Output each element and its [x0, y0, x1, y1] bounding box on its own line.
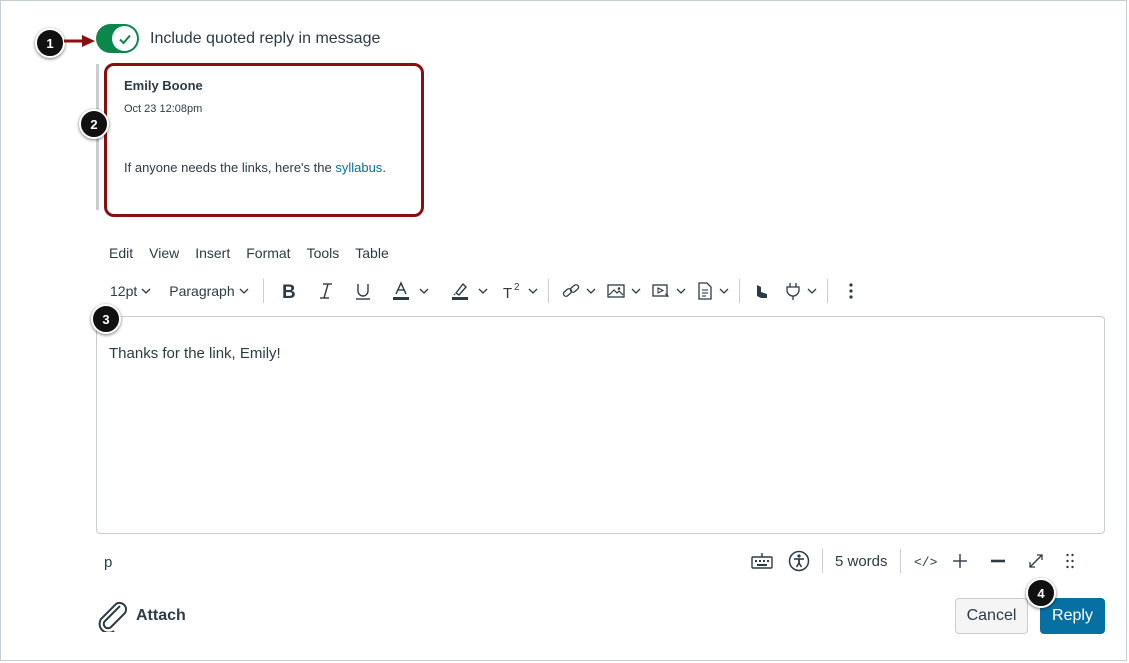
chevron-down-icon — [807, 288, 817, 294]
menu-format[interactable]: Format — [246, 245, 290, 261]
callout-badge-2: 2 — [79, 109, 109, 139]
toolbar-divider — [262, 279, 264, 303]
zoom-out-button[interactable] — [989, 552, 1007, 570]
accessibility-icon — [788, 550, 810, 572]
statusbar-divider — [822, 549, 823, 573]
resize-handle[interactable] — [1065, 552, 1075, 570]
html-editor-button[interactable]: </> — [913, 551, 937, 571]
plug-icon — [785, 283, 800, 300]
check-icon — [118, 34, 131, 44]
document-button[interactable] — [696, 281, 729, 301]
element-path[interactable]: p — [104, 554, 112, 571]
italic-button[interactable] — [318, 281, 334, 301]
more-button[interactable] — [848, 282, 854, 300]
highlight-icon — [451, 282, 468, 300]
chevron-down-icon — [419, 288, 429, 294]
menu-view[interactable]: View — [149, 245, 179, 261]
keyboard-icon — [751, 553, 773, 569]
more-icon — [849, 283, 853, 299]
italic-icon — [319, 283, 332, 299]
accessibility-checker-button[interactable] — [788, 550, 810, 572]
callout-arrow-icon — [64, 35, 95, 47]
svg-text:</>: </> — [914, 555, 937, 570]
chevron-down-icon — [478, 288, 488, 294]
chevron-down-icon — [676, 288, 686, 294]
toolbar-divider — [547, 279, 549, 303]
html-editor-icon: </> — [914, 555, 937, 570]
menu-tools[interactable]: Tools — [307, 245, 340, 261]
callout-badge-4: 4 — [1026, 578, 1056, 608]
media-icon — [651, 284, 669, 298]
paperclip-icon — [98, 601, 128, 632]
chevron-down-icon — [631, 288, 641, 294]
menu-insert[interactable]: Insert — [195, 245, 230, 261]
callout-badge-1: 1 — [35, 28, 65, 58]
chevron-down-icon — [586, 288, 596, 294]
fullscreen-icon — [1028, 554, 1043, 568]
text-color-icon — [392, 281, 409, 300]
chevron-down-icon — [528, 288, 538, 294]
zoom-in-icon — [952, 554, 967, 568]
chevron-down-icon — [141, 288, 151, 294]
quote-date: Oct 23 12:08pm — [124, 103, 203, 115]
superscript-button[interactable]: T2 — [502, 281, 538, 301]
attach-button[interactable]: Attach — [96, 600, 186, 632]
svg-text:T: T — [503, 285, 512, 301]
syllabus-link[interactable]: syllabus — [335, 160, 382, 175]
quote-author: Emily Boone — [124, 78, 203, 93]
plugins-button[interactable] — [784, 281, 817, 301]
editor-toolbar: 12pt Paragraph B T2 — [104, 277, 854, 305]
image-icon — [606, 284, 625, 298]
quote-text: If anyone needs the links, here's the sy… — [124, 160, 386, 175]
lti-apps-icon — [756, 285, 767, 298]
font-size-value: 12pt — [110, 283, 138, 299]
toolbar-divider — [826, 279, 828, 303]
zoom-in-button[interactable] — [951, 552, 969, 570]
cancel-button[interactable]: Cancel — [955, 598, 1028, 634]
text-color-button[interactable] — [392, 281, 429, 301]
lti-apps-button[interactable] — [754, 281, 772, 301]
underline-icon — [355, 284, 370, 300]
keyboard-shortcuts-button[interactable] — [750, 551, 774, 571]
svg-text:B: B — [282, 282, 296, 301]
chevron-down-icon — [239, 288, 249, 294]
quote-text-start: If anyone needs the links, here's the — [124, 160, 336, 175]
zoom-out-icon — [990, 559, 1005, 563]
drag-handle-icon — [1065, 553, 1074, 569]
fullscreen-button[interactable] — [1027, 552, 1045, 570]
editor-statusbar: 5 words </> — [750, 546, 1075, 576]
underline-button[interactable] — [354, 281, 372, 301]
image-button[interactable] — [606, 281, 641, 301]
editor-content[interactable]: Thanks for the link, Emily! — [109, 345, 281, 362]
include-quote-label: Include quoted reply in message — [150, 30, 381, 47]
quote-text-end: . — [382, 160, 386, 175]
rich-content-editor[interactable]: Thanks for the link, Emily! — [96, 316, 1105, 534]
block-format-value: Paragraph — [169, 283, 235, 299]
statusbar-divider — [899, 549, 901, 573]
bold-icon: B — [282, 282, 296, 301]
svg-text:2: 2 — [514, 282, 520, 293]
attach-label: Attach — [136, 607, 186, 624]
font-size-select[interactable]: 12pt — [110, 283, 151, 299]
chevron-down-icon — [719, 288, 729, 294]
bold-button[interactable]: B — [280, 281, 298, 301]
block-format-select[interactable]: Paragraph — [169, 283, 249, 299]
link-icon — [562, 284, 579, 297]
media-button[interactable] — [651, 281, 686, 301]
menu-table[interactable]: Table — [355, 245, 388, 261]
menu-edit[interactable]: Edit — [109, 245, 133, 261]
link-button[interactable] — [561, 281, 596, 301]
highlight-color-button[interactable] — [451, 281, 488, 301]
superscript-icon: T2 — [503, 282, 520, 301]
document-icon — [697, 282, 712, 300]
editor-menubar: Edit View Insert Format Tools Table — [109, 245, 405, 261]
toolbar-divider — [738, 279, 740, 303]
callout-badge-3: 3 — [91, 304, 121, 334]
include-quote-toggle[interactable] — [96, 24, 139, 53]
toggle-knob — [112, 26, 137, 51]
word-count[interactable]: 5 words — [835, 553, 888, 570]
